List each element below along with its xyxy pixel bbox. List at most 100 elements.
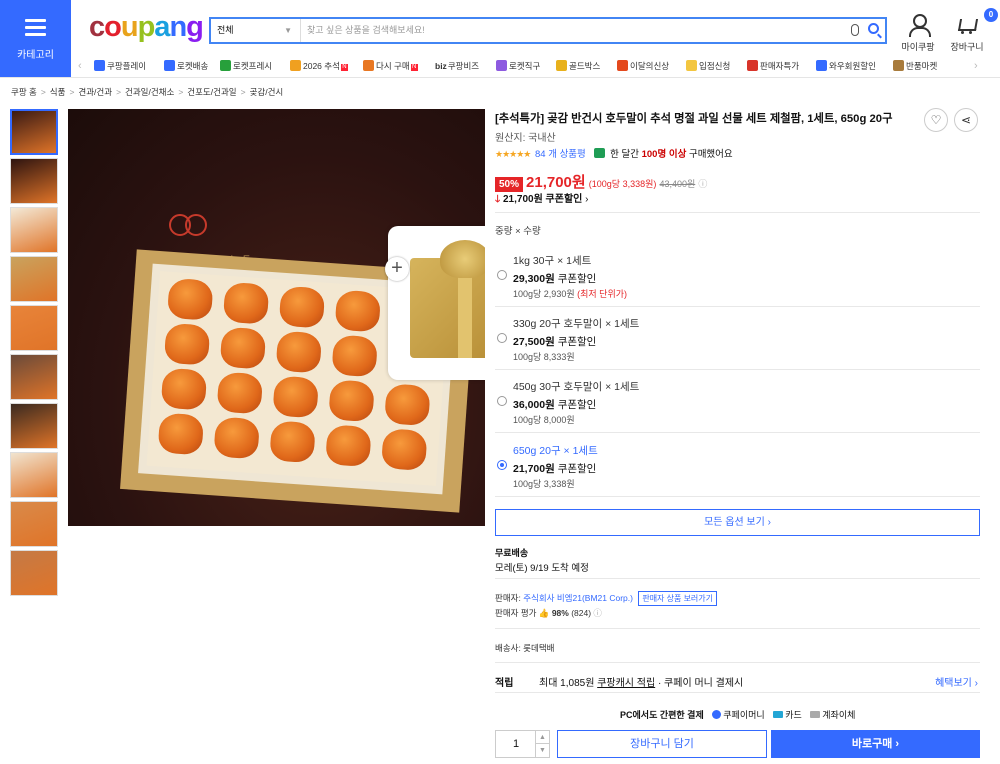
nav-item[interactable]: 쿠팡플레이	[94, 60, 146, 72]
seller-products-button[interactable]: 판매자 상품 보러가기	[638, 591, 718, 606]
thumbnail[interactable]	[10, 403, 58, 449]
microphone-icon[interactable]	[851, 24, 859, 36]
thumbnail[interactable]	[10, 452, 58, 498]
search-bar: 전체 ▼ 찾고 싶은 상품을 검색해보세요!	[209, 17, 887, 44]
option-name: 330g 20구 호두말이 × 1세트	[513, 318, 640, 330]
nav-item[interactable]: 판매자특가	[747, 60, 799, 72]
nav-item-icon	[893, 60, 904, 71]
option-item[interactable]: 450g 30구 호두말이 × 1세트 36,000원 쿠폰할인 100g당 8,0…	[495, 370, 980, 433]
option-unit-row: 100g당 8,333원	[513, 350, 575, 363]
decrement-icon[interactable]: ▼	[535, 744, 549, 757]
option-price-row: 21,700원 쿠폰할인	[513, 461, 596, 476]
purchase-highlight: 100명 이상	[641, 149, 687, 160]
option-unit-row: 100g당 3,338원	[513, 477, 575, 490]
my-coupang-button[interactable]: 마이쿠팡	[896, 14, 940, 53]
info-icon[interactable]: ⓘ	[698, 179, 707, 189]
thumbnail[interactable]	[10, 550, 58, 596]
option-item[interactable]: 1kg 30구 × 1세트 29,300원 쿠폰할인 100g당 2,930원 (최…	[495, 244, 980, 307]
add-to-cart-button[interactable]: 장바구니 담기	[557, 730, 767, 758]
star-rating-icon: ★★★★★	[495, 149, 531, 159]
view-all-options-button[interactable]: 모든 옵션 보기 ›	[495, 509, 980, 536]
search-scope-select[interactable]: 전체 ▼	[211, 19, 301, 42]
zoom-plus-icon[interactable]: +	[385, 257, 409, 281]
increment-icon[interactable]: ▲	[535, 731, 549, 744]
persimmon	[275, 330, 323, 374]
breadcrumb-item[interactable]: 견과/건과	[78, 87, 112, 97]
option-radio[interactable]	[497, 396, 507, 406]
nav-item[interactable]: 로켓직구	[496, 60, 540, 72]
breadcrumb-item[interactable]: 건과일/건채소	[125, 87, 174, 97]
option-item[interactable]: 330g 20구 호두말이 × 1세트 27,500원 쿠폰할인 100g당 8,3…	[495, 307, 980, 370]
option-header: 중량 × 수량	[495, 226, 541, 237]
review-count-link[interactable]: 84 개 상품평	[535, 149, 586, 160]
biz-prefix: biz	[435, 61, 447, 71]
nav-item-label: 로켓직구	[509, 61, 541, 71]
persimmon	[278, 285, 326, 329]
thumbnail[interactable]	[10, 158, 58, 204]
thumbnail[interactable]	[10, 256, 58, 302]
nav-item-label: 입점신청	[699, 61, 731, 71]
nav-item-icon	[556, 60, 567, 71]
nav-item[interactable]: 로켓배송	[164, 60, 208, 72]
chevron-left-icon[interactable]: ‹	[78, 60, 82, 72]
seller-name-link[interactable]: 주식회사 비엠21(BM21 Corp.)	[523, 593, 633, 603]
nav-item[interactable]: 반품마켓	[893, 60, 937, 72]
nav-item[interactable]: 골드박스	[556, 60, 600, 72]
nav-item[interactable]: 입점신청	[686, 60, 730, 72]
breadcrumb-item[interactable]: 곶감/건시	[250, 87, 284, 97]
option-radio[interactable]	[497, 333, 507, 343]
nav-item[interactable]: 2026 추석 N	[290, 60, 348, 72]
nav-item[interactable]: 이달의신상	[617, 60, 669, 72]
breadcrumb-item[interactable]: 건포도/건과일	[187, 87, 236, 97]
nav-item[interactable]: biz쿠팡비즈	[435, 60, 479, 72]
option-unit-row: 100g당 2,930원 (최저 단위가)	[513, 287, 627, 300]
search-icon[interactable]	[868, 23, 879, 34]
payment-methods: PC에서도 간편한 결제 쿠페이머니 카드 계좌이체	[620, 708, 855, 721]
nav-item[interactable]: 다시 구매 N	[363, 60, 418, 72]
quantity-value[interactable]: 1	[496, 731, 536, 757]
info-icon[interactable]: ⓘ	[593, 608, 602, 618]
thumbnail[interactable]	[10, 354, 58, 400]
option-unit-price: 100g당 8,333원	[513, 352, 575, 362]
coupay-icon	[712, 710, 722, 719]
cart-button[interactable]: 0 장바구니	[945, 8, 998, 53]
nav-item-label: 쿠팡비즈	[447, 61, 480, 71]
thumbnail[interactable]	[10, 207, 58, 253]
persimmon	[219, 326, 267, 370]
option-price-row: 29,300원 쿠폰할인	[513, 271, 596, 286]
category-menu-button[interactable]: 카테고리	[0, 0, 71, 77]
nav-item-label: 이달의신상	[630, 61, 670, 71]
coupang-logo[interactable]: coupang	[89, 11, 204, 44]
breadcrumb-item[interactable]: 식품	[50, 87, 66, 97]
thumbnail[interactable]	[10, 305, 58, 351]
nav-item-icon	[747, 60, 758, 71]
persimmon	[334, 289, 382, 333]
sale-price: 21,700원	[526, 174, 586, 191]
option-radio[interactable]	[497, 270, 507, 280]
benefits-link[interactable]: 혜택보기 ›	[935, 674, 978, 689]
coupang-cash-link[interactable]: 쿠팡캐시 적립	[597, 678, 655, 689]
option-radio[interactable]	[497, 460, 507, 470]
nav-item[interactable]: 로켓프레시	[220, 60, 272, 72]
thumbnail[interactable]	[10, 109, 58, 155]
persimmon	[328, 379, 375, 423]
coupon-discount[interactable]: 🡓 21,700원 쿠폰할인 ›	[495, 190, 588, 209]
gift-bow	[440, 240, 485, 278]
wishlist-heart-icon[interactable]: ♡	[924, 108, 948, 132]
share-icon[interactable]: ⋖	[954, 108, 978, 132]
thumbnail[interactable]	[10, 501, 58, 547]
option-item[interactable]: 650g 20구 × 1세트 21,700원 쿠폰할인 100g당 3,338원	[495, 434, 980, 497]
nav-item-icon	[816, 60, 827, 71]
search-input[interactable]: 찾고 싶은 상품을 검색해보세요!	[307, 19, 425, 42]
option-name: 1kg 30구 × 1세트	[513, 255, 592, 267]
chevron-right-icon[interactable]: ›	[974, 60, 978, 72]
buy-now-button[interactable]: 바로구매 ›	[771, 730, 980, 758]
option-price: 29,300원	[513, 273, 555, 285]
coupon-discount-text: 21,700원 쿠폰할인	[502, 194, 583, 205]
breadcrumb-item[interactable]: 쿠팡 홈	[11, 87, 37, 97]
persimmon	[331, 334, 379, 378]
search-scope-value: 전체	[217, 25, 234, 35]
nav-item-label: 와우회원할인	[829, 61, 876, 71]
nav-item[interactable]: 와우회원할인	[816, 60, 876, 72]
quantity-stepper[interactable]: 1 ▲ ▼	[495, 730, 550, 758]
